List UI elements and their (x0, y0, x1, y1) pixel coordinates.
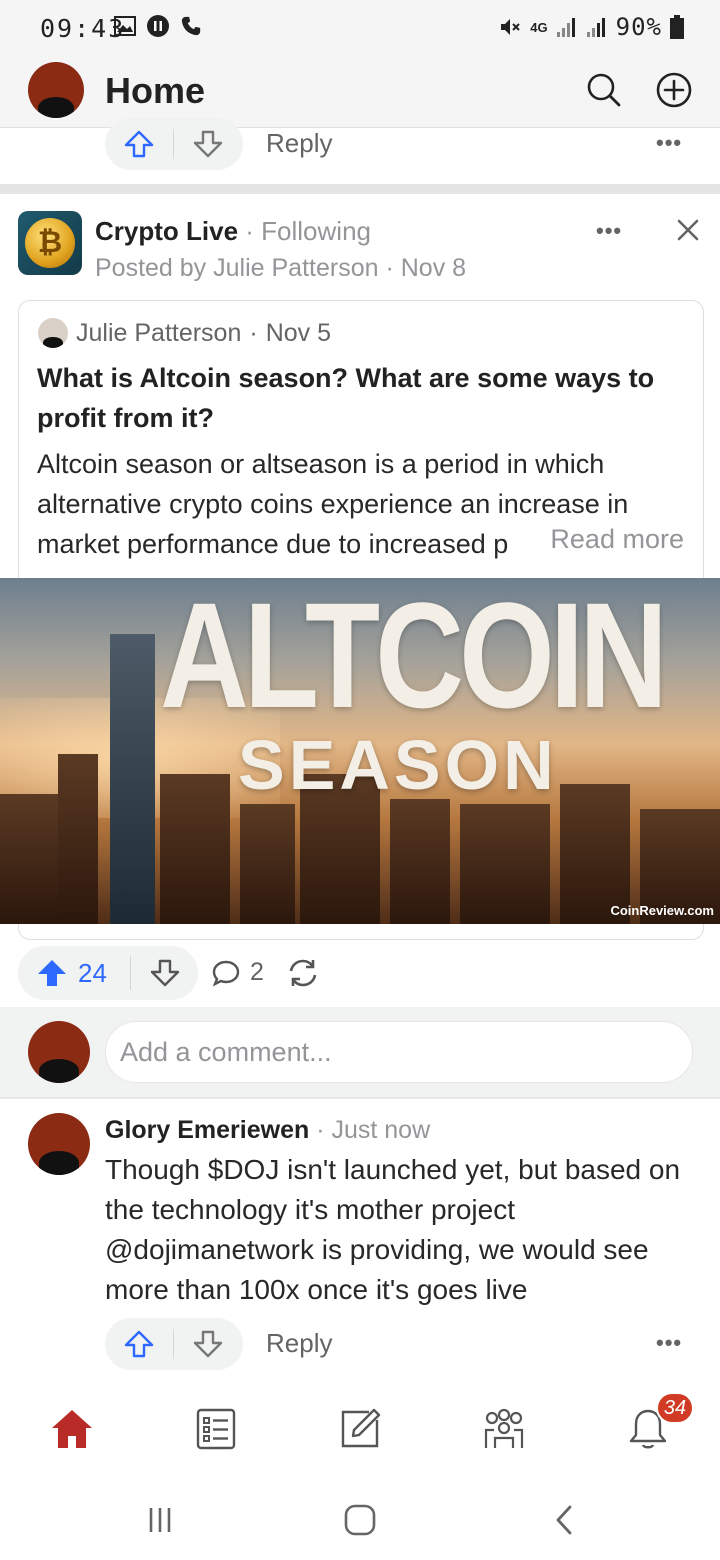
prev-reply-button[interactable]: Reply (266, 128, 332, 159)
prev-upvote-button[interactable] (105, 118, 173, 170)
commenter-avatar[interactable] (28, 1113, 90, 1175)
recent-apps-button[interactable] (140, 1500, 180, 1540)
prev-more-button[interactable]: ••• (656, 130, 682, 156)
nav-following[interactable] (191, 1404, 241, 1454)
quote-author-line: Julie Patterson · Nov 5 (38, 318, 331, 348)
bitcoin-icon: ₿ (25, 218, 75, 268)
comment-downvote-button[interactable] (174, 1318, 242, 1370)
comment-time: Just now (331, 1116, 431, 1144)
building (160, 774, 230, 924)
post-date: Nov 8 (400, 254, 467, 282)
spaces-icon (484, 1408, 524, 1448)
nav-answer[interactable] (335, 1404, 385, 1454)
battery-percent: 90% (615, 13, 662, 41)
comment-divider (0, 1097, 720, 1099)
post-more-button[interactable]: ••• (596, 218, 622, 244)
recent-apps-icon (149, 1508, 171, 1532)
search-button[interactable] (584, 70, 624, 110)
signal-icon-2 (586, 18, 605, 37)
building (390, 799, 450, 924)
post-source-line: Crypto Live · Following (95, 216, 371, 246)
section-divider (0, 184, 720, 194)
comment-count: 2 (250, 958, 264, 986)
comment-button[interactable]: 2 (212, 958, 264, 987)
downvote-icon (150, 959, 179, 987)
status-notification-icons (114, 14, 202, 38)
plus-circle-icon (656, 72, 692, 108)
signal-icon (556, 18, 575, 37)
network-type: 4G (530, 19, 548, 35)
nav-spaces[interactable] (479, 1404, 529, 1454)
notifications-badge: 34 (656, 1392, 694, 1424)
list-icon (196, 1408, 236, 1450)
prev-vote-pill (105, 118, 243, 170)
share-button[interactable] (286, 956, 320, 995)
building (110, 634, 155, 924)
podcast-icon (147, 15, 169, 37)
phone-icon (181, 16, 201, 36)
building (460, 804, 550, 924)
status-bar: 09:43 4G 90% (0, 0, 720, 56)
image-subtitle: SEASON (238, 726, 558, 804)
nav-home[interactable] (47, 1404, 97, 1454)
system-nav-bar (0, 1472, 720, 1560)
space-avatar[interactable]: ₿ (18, 211, 82, 275)
building (240, 804, 295, 924)
home-system-button[interactable] (340, 1500, 380, 1540)
quote-date: Nov 5 (265, 318, 332, 347)
edit-icon (341, 1408, 381, 1448)
current-user-avatar[interactable] (28, 1021, 90, 1083)
comment-icon (212, 960, 240, 986)
downvote-button[interactable] (131, 959, 198, 987)
close-icon (677, 219, 699, 241)
downvote-icon (193, 130, 223, 158)
upvote-icon (124, 1330, 154, 1358)
status-time: 09:43 (40, 14, 126, 43)
add-comment-input[interactable]: Add a comment... (105, 1021, 693, 1083)
page-title: Home (105, 70, 206, 111)
upvote-count: 24 (78, 957, 107, 988)
comment-vote-pill (105, 1318, 243, 1370)
add-button[interactable] (654, 70, 694, 110)
posted-by[interactable]: Posted by Julie Patterson (95, 254, 379, 282)
mute-icon (501, 19, 521, 35)
post-meta-line: Posted by Julie Patterson · Nov 8 (95, 254, 467, 282)
commenter-name[interactable]: Glory Emeriewen (105, 1116, 309, 1144)
search-icon (587, 73, 621, 107)
share-icon (289, 959, 317, 987)
back-icon (556, 1505, 572, 1535)
home-circle-icon (344, 1504, 376, 1536)
bottom-nav (0, 1384, 720, 1472)
building (58, 754, 98, 924)
image-credit: CoinReview.com (610, 903, 714, 918)
quote-author-avatar[interactable] (38, 318, 68, 348)
space-name[interactable]: Crypto Live (95, 216, 238, 246)
quote-author[interactable]: Julie Patterson (76, 319, 241, 348)
dismiss-post-button[interactable] (674, 216, 702, 244)
post-image[interactable]: ALTCOIN SEASON CoinReview.com (0, 578, 720, 924)
comment-text: Though $DOJ isn't launched yet, but base… (105, 1154, 681, 1305)
comment-meta: Glory Emeriewen · Just now (105, 1116, 431, 1144)
home-icon (52, 1410, 92, 1448)
prev-downvote-button[interactable] (174, 118, 242, 170)
downvote-icon (193, 1330, 223, 1358)
gallery-icon (114, 16, 136, 36)
battery-icon (670, 15, 684, 39)
status-system-icons: 4G 90% (498, 13, 684, 41)
building (0, 794, 60, 924)
back-button[interactable] (544, 1500, 584, 1540)
upvote-icon (38, 960, 66, 986)
post-vote-pill: 24 (18, 946, 198, 1000)
upvote-icon (124, 130, 154, 158)
comment-more-button[interactable]: ••• (656, 1330, 682, 1356)
profile-avatar[interactable] (28, 62, 84, 118)
comment-upvote-button[interactable] (105, 1318, 173, 1370)
follow-status[interactable]: Following (261, 216, 371, 246)
image-title: ALTCOIN (160, 578, 668, 739)
quote-title[interactable]: What is Altcoin season? What are some wa… (37, 358, 687, 438)
comment-reply-button[interactable]: Reply (266, 1328, 332, 1359)
read-more-link[interactable]: Read more (520, 524, 684, 555)
upvote-button[interactable]: 24 (18, 958, 130, 989)
